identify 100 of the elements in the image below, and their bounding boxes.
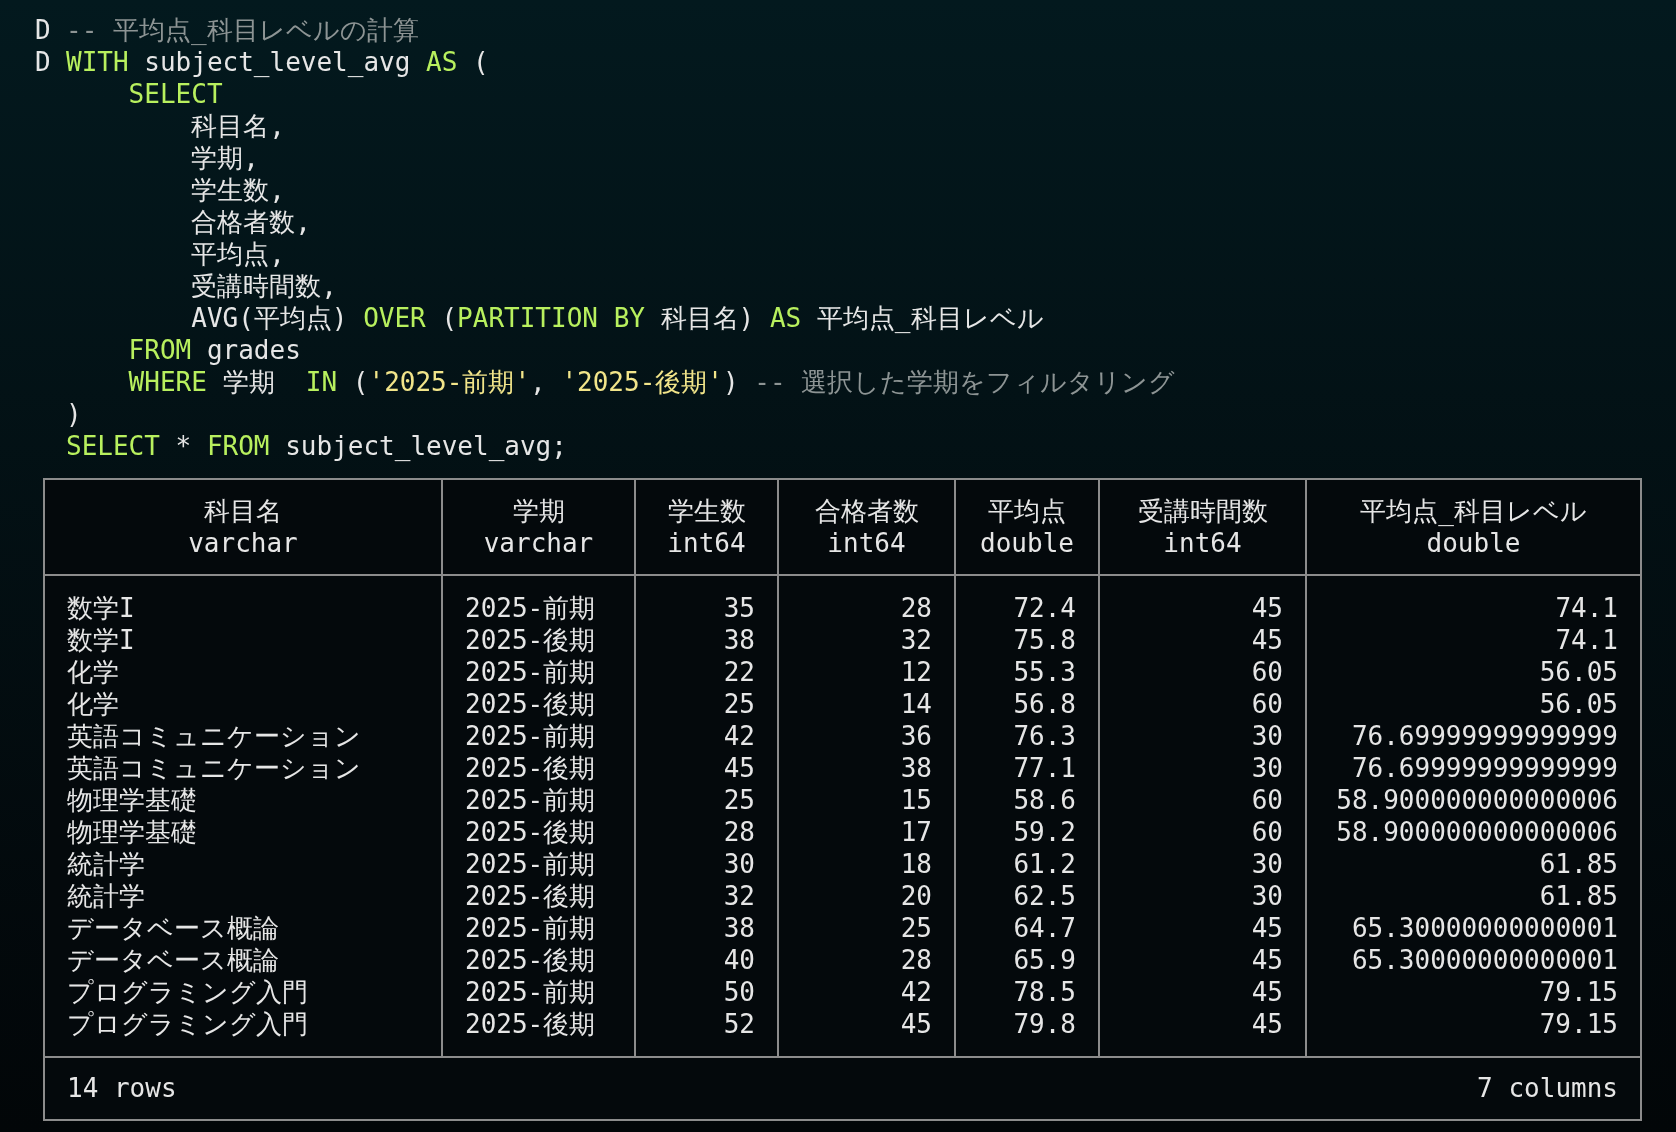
column-type: varchar: [188, 527, 298, 559]
table-cell: 56.05: [1539, 689, 1618, 719]
table-cell: 22: [723, 657, 755, 687]
table-cell: 76.69999999999999: [1351, 721, 1618, 751]
table-cell: 2025-後期: [465, 1009, 596, 1039]
code-line: 受講時間数,: [190, 270, 337, 302]
table-cell: 2025-後期: [465, 817, 596, 847]
column-type: int64: [667, 527, 746, 559]
column-name: 受講時間数: [1137, 495, 1268, 527]
table-cell: 72.4: [1013, 593, 1076, 623]
table-cell: 2025-後期: [465, 625, 596, 655]
column-name: 平均点: [988, 495, 1066, 527]
table-cell: 61.85: [1539, 881, 1618, 911]
table-cell: 15: [900, 785, 932, 815]
table-cell: 45: [723, 753, 755, 783]
table-cell: 60: [1251, 785, 1283, 815]
column-count: 7 columns: [1477, 1072, 1618, 1105]
row-count: 14 rows: [67, 1072, 177, 1105]
table-cell: 数学I: [67, 625, 135, 655]
code-comment: -- 平均点_科目レベルの計算: [66, 14, 419, 46]
line-marker: D: [35, 47, 51, 77]
table-cell: 14: [900, 689, 932, 719]
table-cell: 77.1: [1013, 753, 1076, 783]
table-cell: 45: [900, 1009, 932, 1039]
table-cell: 2025-前期: [465, 721, 596, 751]
table-cell: 42: [900, 977, 932, 1007]
table-cell: 45: [1251, 593, 1283, 623]
table-cell: 58.6: [1013, 785, 1076, 815]
table-cell: 2025-後期: [465, 945, 596, 975]
table-cell: 25: [723, 785, 755, 815]
table-cell: 76.3: [1013, 721, 1076, 751]
code-line: SELECT * FROM subject_level_avg;: [66, 430, 567, 462]
table-cell: 76.69999999999999: [1351, 753, 1618, 783]
column-name: 学生数: [667, 495, 746, 527]
table-cell: プログラミング入門: [67, 1009, 308, 1039]
column-type: int64: [827, 527, 906, 559]
table-cell: 2025-後期: [465, 881, 596, 911]
table-cell: 2025-前期: [465, 913, 596, 943]
code-line: 平均点,: [190, 238, 285, 270]
table-cell: 60: [1251, 689, 1283, 719]
table-cell: 30: [723, 849, 755, 879]
table-cell: 数学I: [67, 593, 135, 623]
table-cell: 英語コミュニケーション: [67, 753, 361, 783]
table-cell: 18: [900, 849, 932, 879]
table-cell: 物理学基礎: [67, 785, 197, 815]
table-cell: 65.30000000000001: [1351, 945, 1618, 975]
table-cell: 2025-後期: [465, 753, 596, 783]
table-cell: 化学: [67, 689, 119, 719]
code-line: SELECT: [127, 78, 223, 110]
table-cell: 17: [900, 817, 932, 847]
table-cell: 45: [1251, 945, 1283, 975]
table-cell: 79.8: [1013, 1009, 1076, 1039]
table-cell: 2025-前期: [465, 785, 596, 815]
table-cell: 32: [900, 625, 932, 655]
table-cell: 65.9: [1013, 945, 1076, 975]
column-type: varchar: [483, 527, 594, 559]
table-cell: 25: [900, 913, 932, 943]
code-line: 科目名,: [190, 110, 285, 142]
column-name: 平均点_科目レベル: [1360, 495, 1587, 527]
table-cell: 36: [900, 721, 932, 751]
table-cell: 30: [1251, 721, 1283, 751]
table-cell: 64.7: [1013, 913, 1076, 943]
table-cell: 統計学: [67, 849, 145, 879]
table-cell: 12: [900, 657, 932, 687]
table-cell: 75.8: [1013, 625, 1076, 655]
table-cell: 32: [723, 881, 755, 911]
table-cell: 61.2: [1013, 849, 1076, 879]
line-marker: D: [35, 15, 51, 45]
table-cell: 61.85: [1539, 849, 1618, 879]
table-cell: 58.900000000000006: [1336, 817, 1618, 847]
table-cell: 2025-前期: [465, 657, 596, 687]
code-line: 合格者数,: [190, 206, 311, 238]
table-cell: 52: [723, 1009, 755, 1039]
column-type: double: [1426, 527, 1521, 559]
table-cell: 50: [723, 977, 755, 1007]
column-name: 科目名: [204, 495, 282, 527]
table-cell: データベース概論: [67, 913, 279, 943]
code-line: WHERE 学期 IN ('2025-前期', '2025-後期') -- 選択した学期をフィルタリング: [127, 366, 1176, 398]
table-cell: 58.900000000000006: [1336, 785, 1618, 815]
table-cell: 79.15: [1539, 1009, 1618, 1039]
table-cell: 2025-前期: [465, 849, 596, 879]
table-cell: 60: [1251, 657, 1283, 687]
table-cell: 45: [1251, 625, 1283, 655]
table-cell: 38: [900, 753, 932, 783]
table-cell: 62.5: [1013, 881, 1076, 911]
table-cell: プログラミング入門: [67, 977, 308, 1007]
table-cell: 60: [1251, 817, 1283, 847]
table-cell: 65.30000000000001: [1351, 913, 1618, 943]
code-line: WITH subject_level_avg AS (: [66, 46, 489, 78]
code-line: FROM grades: [127, 334, 301, 366]
table-cell: 2025-前期: [465, 593, 596, 623]
table-cell: 55.3: [1013, 657, 1076, 687]
table-cell: 30: [1251, 849, 1283, 879]
table-cell: 物理学基礎: [67, 817, 197, 847]
table-cell: 45: [1251, 1009, 1283, 1039]
table-cell: 56.8: [1013, 689, 1076, 719]
table-cell: 28: [900, 945, 932, 975]
column-name: 学期: [512, 495, 565, 527]
table-cell: 74.1: [1555, 593, 1618, 623]
table-cell: 2025-後期: [465, 689, 596, 719]
